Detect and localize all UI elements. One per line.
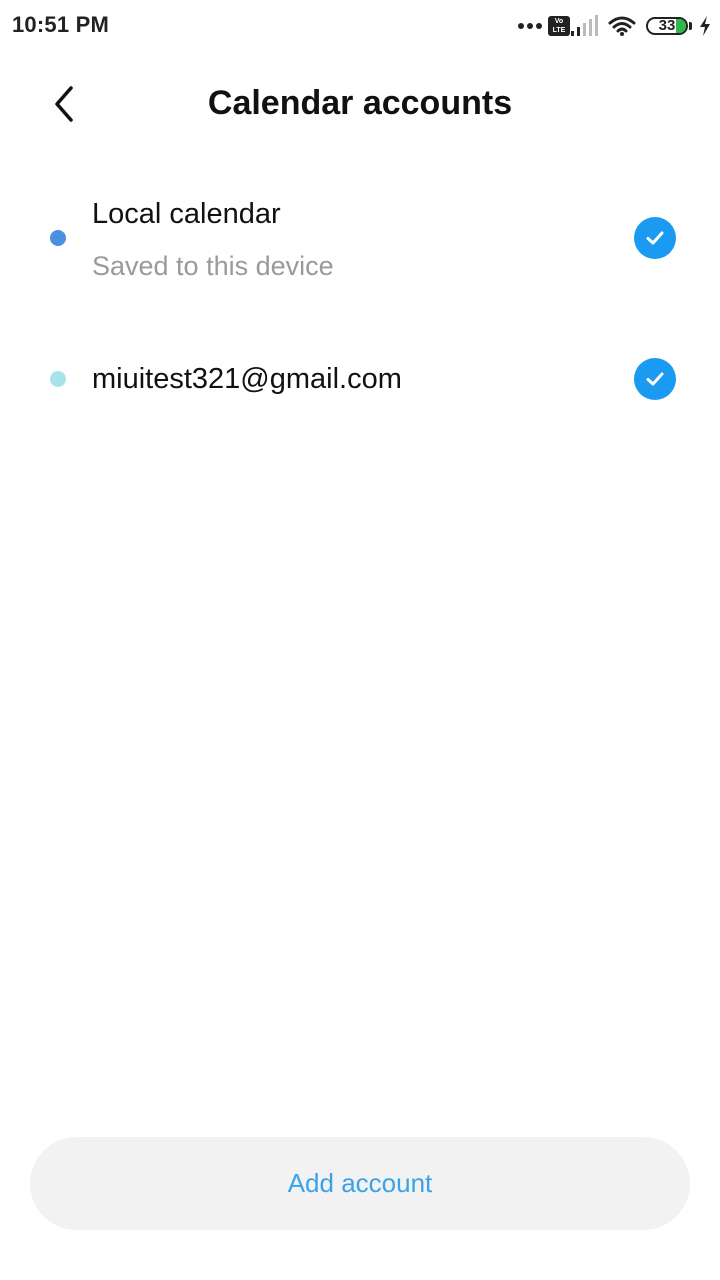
battery-cap bbox=[689, 22, 692, 30]
volte-label-bottom: LTE bbox=[552, 27, 566, 34]
checkbox-checked-icon[interactable] bbox=[634, 217, 676, 259]
volte-label-top: Vo bbox=[554, 18, 564, 25]
page-title: Calendar accounts bbox=[207, 84, 513, 122]
volte-icon: Vo LTE bbox=[548, 16, 570, 36]
battery-level: 33 bbox=[658, 17, 676, 34]
battery-icon: 33 bbox=[646, 17, 688, 35]
status-time: 10:51 PM bbox=[12, 12, 109, 37]
charging-bolt-icon bbox=[700, 16, 710, 36]
add-account-button[interactable]: Add account bbox=[30, 1137, 690, 1230]
account-item-local-calendar[interactable]: Local calendar Saved to this device bbox=[0, 180, 720, 300]
account-color-dot bbox=[50, 371, 66, 387]
add-account-label: Add account bbox=[287, 1168, 433, 1198]
account-color-dot bbox=[50, 230, 66, 246]
status-icons: Vo LTE 33 bbox=[509, 12, 712, 40]
account-name: miuitest321@gmail.com bbox=[92, 363, 402, 395]
status-bar: 10:51 PM Vo LTE 33 bbox=[0, 0, 720, 52]
account-name: Local calendar bbox=[92, 198, 281, 230]
account-subtitle: Saved to this device bbox=[92, 251, 334, 281]
signal-icon bbox=[571, 15, 598, 36]
checkbox-checked-icon[interactable] bbox=[634, 358, 676, 400]
more-dots-icon bbox=[515, 23, 542, 29]
account-item-gmail[interactable]: miuitest321@gmail.com bbox=[0, 330, 720, 430]
wifi-icon bbox=[608, 16, 636, 36]
